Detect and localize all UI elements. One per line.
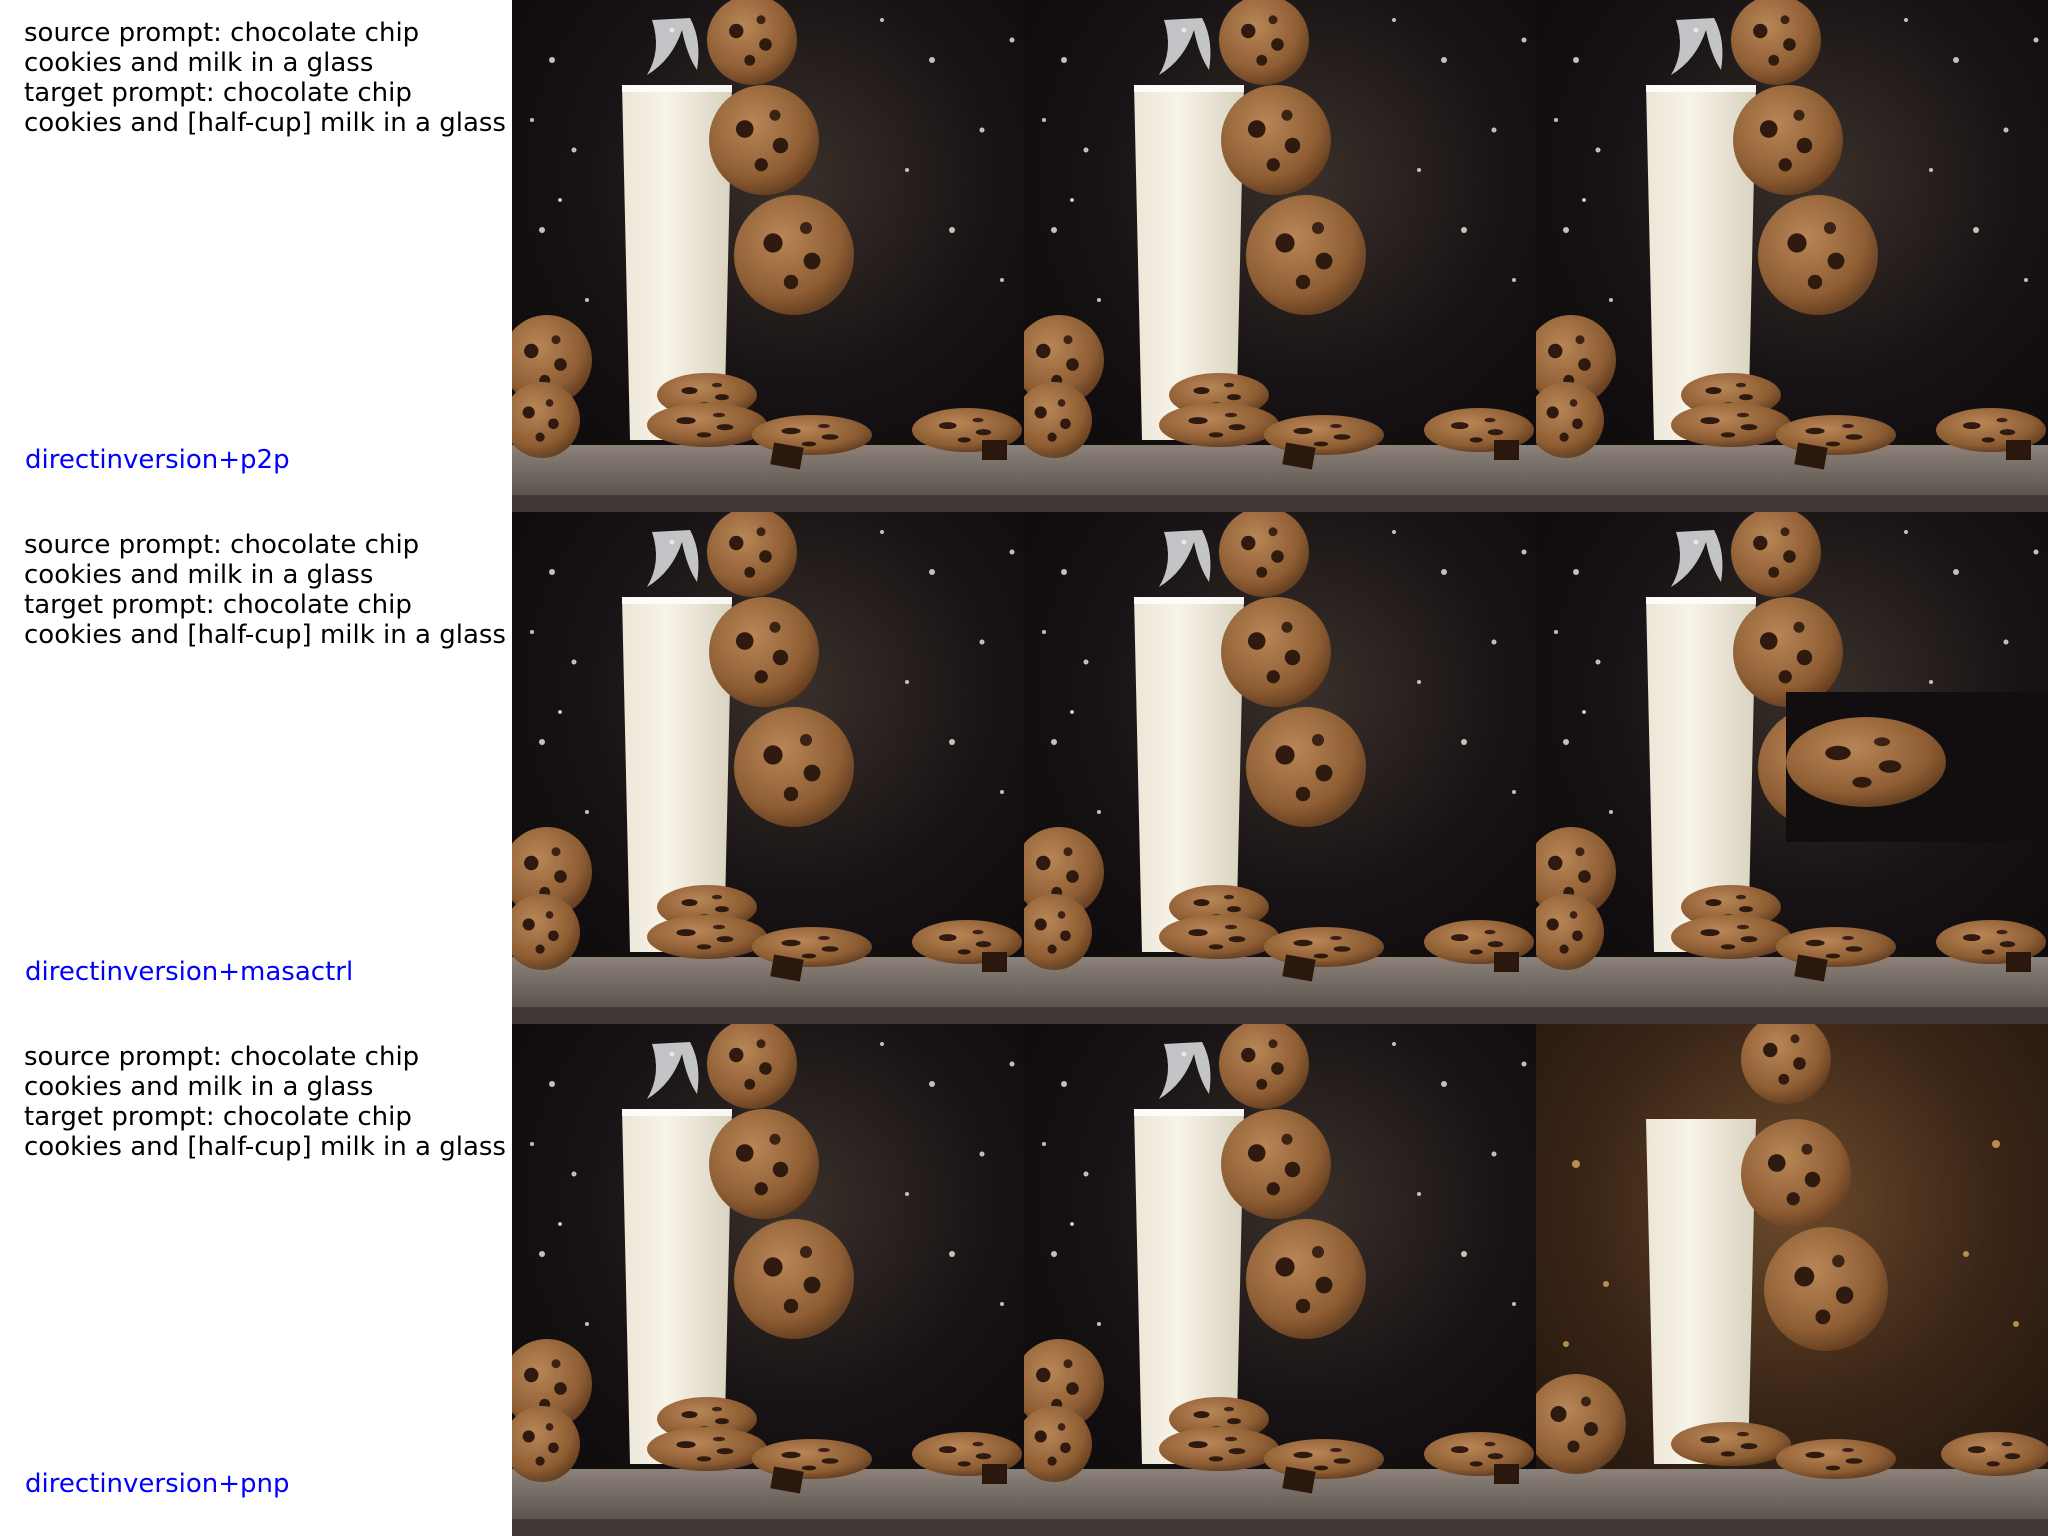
method-label: directinversion+pnp — [25, 1469, 290, 1499]
target-prompt: target prompt: chocolate chip cookies an… — [24, 590, 506, 650]
source-prompt: source prompt: chocolate chip cookies an… — [24, 18, 420, 78]
prompt-caption: source prompt: chocolate chip cookies an… — [24, 530, 514, 650]
edited-image — [1536, 0, 2048, 512]
inverted-image — [1024, 1024, 1536, 1536]
source-prompt: source prompt: chocolate chip cookies an… — [24, 1042, 420, 1102]
inverted-image — [1024, 0, 1536, 512]
comparison-row-2: source prompt: chocolate chip cookies an… — [0, 512, 2048, 1024]
comparison-row-1: source prompt: chocolate chip cookies an… — [0, 0, 2048, 512]
source-image — [512, 1024, 1024, 1536]
method-label: directinversion+masactrl — [25, 957, 354, 987]
method-label: directinversion+p2p — [25, 445, 290, 475]
edited-image — [1536, 1024, 2048, 1536]
prompt-caption: source prompt: chocolate chip cookies an… — [24, 18, 514, 138]
source-image — [512, 512, 1024, 1024]
source-prompt: source prompt: chocolate chip cookies an… — [24, 530, 420, 590]
comparison-row-3: source prompt: chocolate chip cookies an… — [0, 1024, 2048, 1536]
source-image — [512, 0, 1024, 512]
inverted-image — [1024, 512, 1536, 1024]
target-prompt: target prompt: chocolate chip cookies an… — [24, 1102, 506, 1162]
prompt-caption: source prompt: chocolate chip cookies an… — [24, 1042, 514, 1162]
edited-image — [1536, 512, 2048, 1024]
target-prompt: target prompt: chocolate chip cookies an… — [24, 78, 506, 138]
